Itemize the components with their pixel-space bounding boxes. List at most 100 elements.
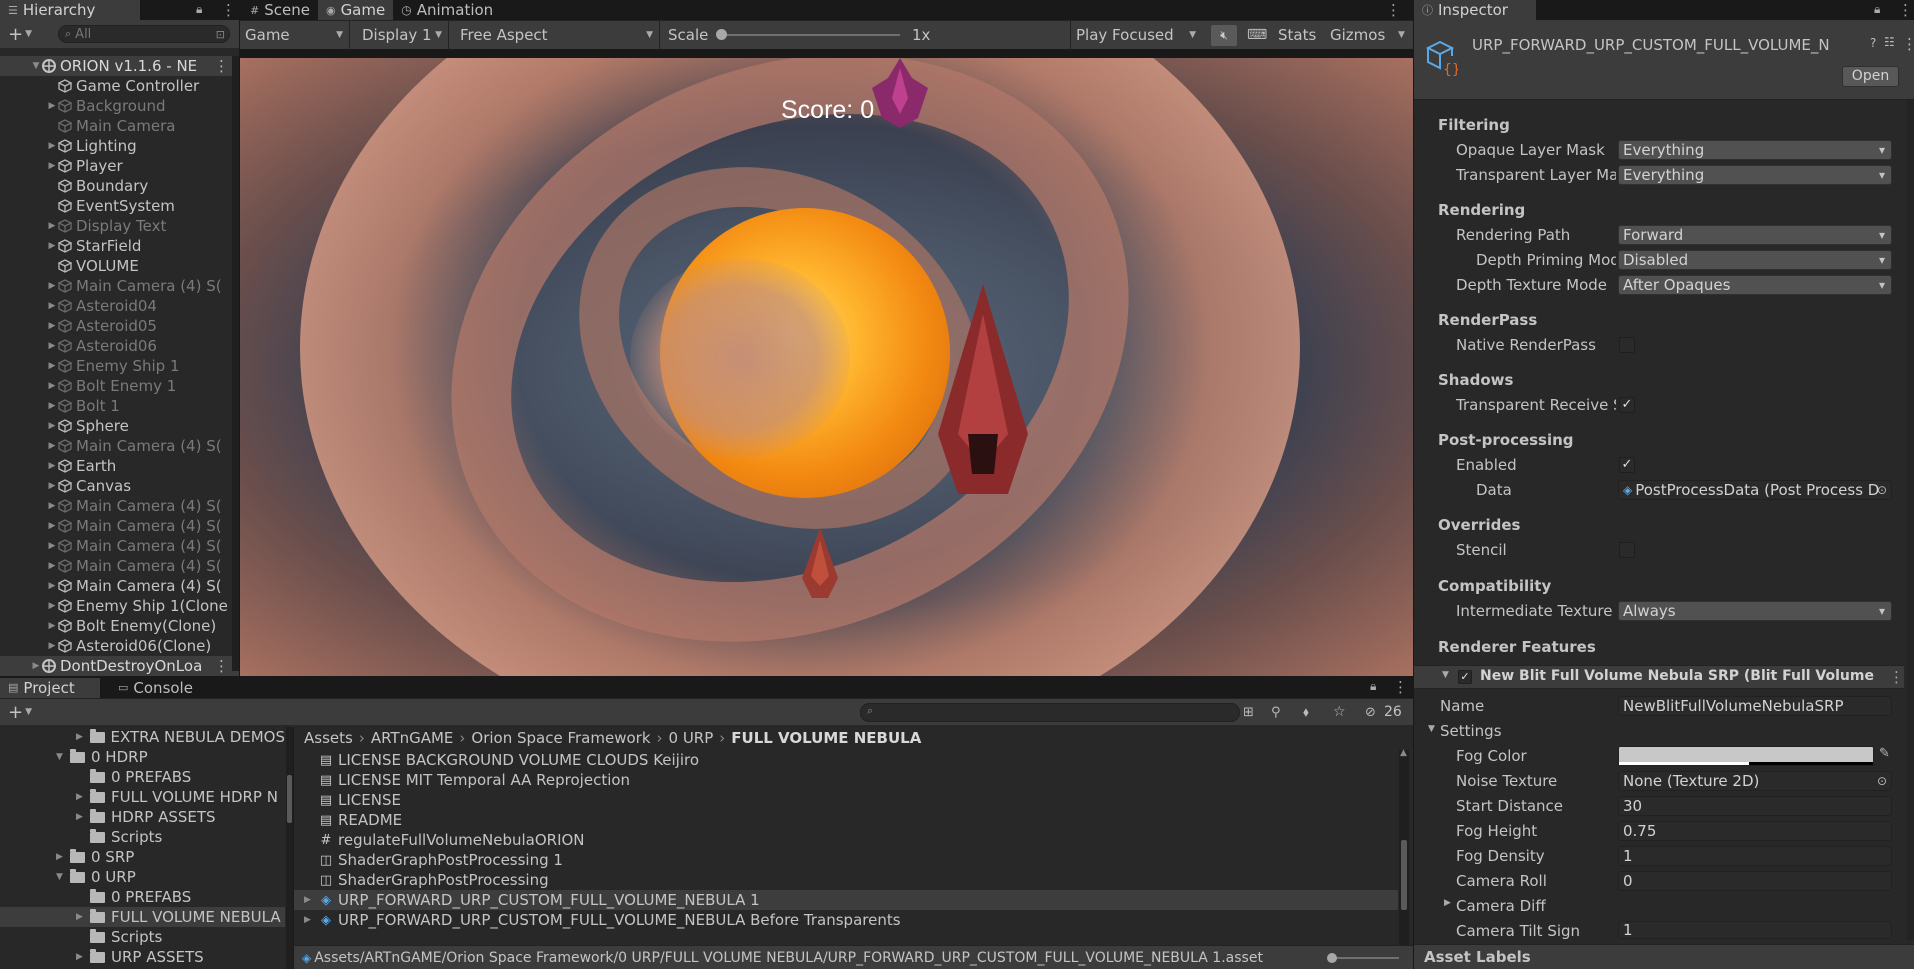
- tab-console[interactable]: ▭ Console: [110, 678, 201, 698]
- chevron-right-icon[interactable]: ▶: [46, 301, 58, 311]
- chevron-right-icon[interactable]: ▶: [46, 561, 58, 571]
- hierarchy-item[interactable]: ▶ Display Text: [0, 216, 239, 236]
- breadcrumb-item[interactable]: Orion Space Framework: [471, 729, 650, 747]
- project-file-item[interactable]: ▶ ◈ URP_FORWARD_URP_CUSTOM_FULL_VOLUME_NEB…: [294, 890, 1398, 910]
- hierarchy-item[interactable]: VOLUME: [0, 256, 239, 276]
- chevron-right-icon[interactable]: ▶: [46, 101, 58, 111]
- hierarchy-item[interactable]: ▶ Main Camera (4) S(: [0, 496, 239, 516]
- opaque-layer-mask-dropdown[interactable]: Everything: [1618, 140, 1892, 160]
- add-icon[interactable]: +: [8, 24, 23, 45]
- chevron-down-icon[interactable]: ▼: [30, 61, 42, 71]
- object-picker-icon[interactable]: ⊙: [1877, 774, 1887, 788]
- chevron-right-icon[interactable]: ▶: [46, 221, 58, 231]
- hierarchy-item[interactable]: ▶ Main Camera (4) S(: [0, 516, 239, 536]
- transparent-layer-mask-dropdown[interactable]: Everything: [1618, 165, 1892, 185]
- chevron-right-icon[interactable]: ▶: [304, 915, 311, 925]
- eyedropper-icon[interactable]: ✎: [1879, 746, 1890, 761]
- folder-tree-item[interactable]: 0 PREFABS: [0, 767, 285, 787]
- more-menu-icon[interactable]: ⋮: [1898, 1, 1913, 19]
- more-menu-icon[interactable]: ⋮: [1889, 668, 1904, 686]
- search-by-type-icon[interactable]: ⊞: [1243, 705, 1254, 720]
- chevron-right-icon[interactable]: ▶: [46, 361, 58, 371]
- folder-tree-item[interactable]: ▼ 0 URP: [0, 867, 285, 887]
- project-file-item[interactable]: ◫ ShaderGraphPostProcessing 1: [294, 850, 1398, 870]
- label-icon[interactable]: ⬧: [1303, 705, 1309, 720]
- chevron-down-icon[interactable]: ▼: [1398, 30, 1405, 40]
- chevron-right-icon[interactable]: ▶: [1444, 898, 1451, 908]
- add-icon[interactable]: +: [8, 702, 23, 723]
- chevron-right-icon[interactable]: ▶: [46, 481, 58, 491]
- hierarchy-item[interactable]: ▶ Asteroid04: [0, 296, 239, 316]
- folder-tree-item[interactable]: Scripts: [0, 827, 285, 847]
- more-menu-icon[interactable]: ⋮: [214, 657, 229, 675]
- hierarchy-item[interactable]: EventSystem: [0, 196, 239, 216]
- more-menu-icon[interactable]: ⋮: [1386, 1, 1401, 19]
- chevron-right-icon[interactable]: ▶: [46, 161, 58, 171]
- scale-slider[interactable]: [716, 29, 900, 40]
- project-file-item[interactable]: ◫ ShaderGraphPostProcessing: [294, 870, 1398, 890]
- hierarchy-item[interactable]: ▶ Asteroid05: [0, 316, 239, 336]
- display-dropdown[interactable]: Display 1 ▼: [357, 20, 449, 50]
- scroll-up-icon[interactable]: ▲: [1400, 748, 1407, 758]
- game-viewport[interactable]: Score: 0: [240, 58, 1413, 676]
- chevron-down-icon[interactable]: ▼: [56, 872, 70, 882]
- breadcrumb-item[interactable]: FULL VOLUME NEBULA: [731, 729, 921, 747]
- hidden-eye-icon[interactable]: ⊘: [1365, 705, 1376, 720]
- project-file-item[interactable]: ▤ LICENSE: [294, 790, 1398, 810]
- tab-scene[interactable]: # Scene: [240, 0, 318, 20]
- chevron-down-icon[interactable]: ▼: [25, 29, 32, 39]
- hierarchy-scene-row[interactable]: ▶ DontDestroyOnLoa ⋮: [0, 656, 239, 676]
- inspector-scrollbar[interactable]: [1907, 100, 1914, 940]
- hierarchy-item[interactable]: ▶ Enemy Ship 1(Clone: [0, 596, 239, 616]
- chevron-down-icon[interactable]: ▼: [1442, 670, 1449, 680]
- scale-slider-handle[interactable]: [716, 29, 727, 40]
- folder-tree-item[interactable]: ▶ URP ASSETS: [0, 947, 285, 967]
- scrollbar-thumb[interactable]: [1401, 840, 1407, 910]
- chevron-right-icon[interactable]: ▶: [46, 421, 58, 431]
- folder-tree-item[interactable]: ▶ FULL VOLUME HDRP N: [0, 787, 285, 807]
- icon-size-slider-handle[interactable]: [1327, 953, 1337, 963]
- chevron-down-icon[interactable]: ▼: [56, 752, 70, 762]
- intermediate-texture-dropdown[interactable]: Always: [1618, 601, 1892, 621]
- hierarchy-item[interactable]: ▶ Main Camera (4) S(: [0, 556, 239, 576]
- breadcrumb-item[interactable]: 0 URP: [669, 729, 714, 747]
- asset-labels-bar[interactable]: Asset Labels: [1414, 944, 1914, 969]
- stats-button[interactable]: Stats: [1278, 26, 1316, 44]
- project-file-item[interactable]: ▶ ◈ URP_FORWARD_URP_CUSTOM_FULL_VOLUME_NEB…: [294, 910, 1398, 930]
- fog-height-input[interactable]: 0.75: [1618, 821, 1892, 841]
- tab-animation[interactable]: ◷ Animation: [393, 0, 501, 20]
- panel-divider[interactable]: [1413, 0, 1414, 969]
- hierarchy-item[interactable]: Game Controller: [0, 76, 239, 96]
- chevron-right-icon[interactable]: ▶: [76, 952, 90, 962]
- more-menu-icon[interactable]: ⋮: [1393, 678, 1408, 696]
- chevron-right-icon[interactable]: ▶: [76, 792, 90, 802]
- folder-tree-item[interactable]: Scripts: [0, 927, 285, 947]
- depth-texture-dropdown[interactable]: After Opaques: [1618, 275, 1892, 295]
- lock-icon[interactable]: 🔒︎: [1370, 679, 1376, 694]
- chevron-right-icon[interactable]: ▶: [46, 601, 58, 611]
- project-search[interactable]: ⌕: [860, 703, 1240, 722]
- breadcrumb-item[interactable]: ARTnGAME: [371, 729, 454, 747]
- object-picker-icon[interactable]: ⊙: [1877, 483, 1887, 497]
- noise-texture-objectfield[interactable]: None (Texture 2D) ⊙: [1618, 771, 1892, 791]
- hierarchy-item[interactable]: ▶ StarField: [0, 236, 239, 256]
- folder-tree-item[interactable]: ▶ EXTRA NEBULA DEMOS: [0, 727, 285, 747]
- chevron-down-icon[interactable]: ▼: [25, 707, 32, 717]
- hierarchy-item[interactable]: ▶ Sphere: [0, 416, 239, 436]
- mute-audio-button[interactable]: 🔇︎: [1211, 25, 1237, 46]
- scrollbar-thumb[interactable]: [287, 775, 292, 823]
- folder-tree-item[interactable]: ▼ 0 HDRP: [0, 747, 285, 767]
- hierarchy-item[interactable]: ▶ Main Camera (4) S(: [0, 536, 239, 556]
- folder-tree-item[interactable]: 0 PREFABS: [0, 887, 285, 907]
- file-list-scrollbar[interactable]: ▲: [1399, 748, 1409, 950]
- icon-size-slider[interactable]: [1327, 953, 1399, 963]
- tab-game[interactable]: ◉ Game: [317, 0, 394, 20]
- hierarchy-item[interactable]: Boundary: [0, 176, 239, 196]
- hierarchy-item[interactable]: ▶ Main Camera (4) S(: [0, 576, 239, 596]
- search-input[interactable]: [75, 26, 196, 42]
- start-distance-input[interactable]: 30: [1618, 796, 1892, 816]
- chevron-right-icon[interactable]: ▶: [76, 812, 90, 822]
- depth-priming-dropdown[interactable]: Disabled: [1618, 250, 1892, 270]
- pp-data-objectfield[interactable]: ◈ PostProcessData (Post Process D ⊙: [1618, 480, 1892, 500]
- project-file-item[interactable]: # regulateFullVolumeNebulaORION: [294, 830, 1398, 850]
